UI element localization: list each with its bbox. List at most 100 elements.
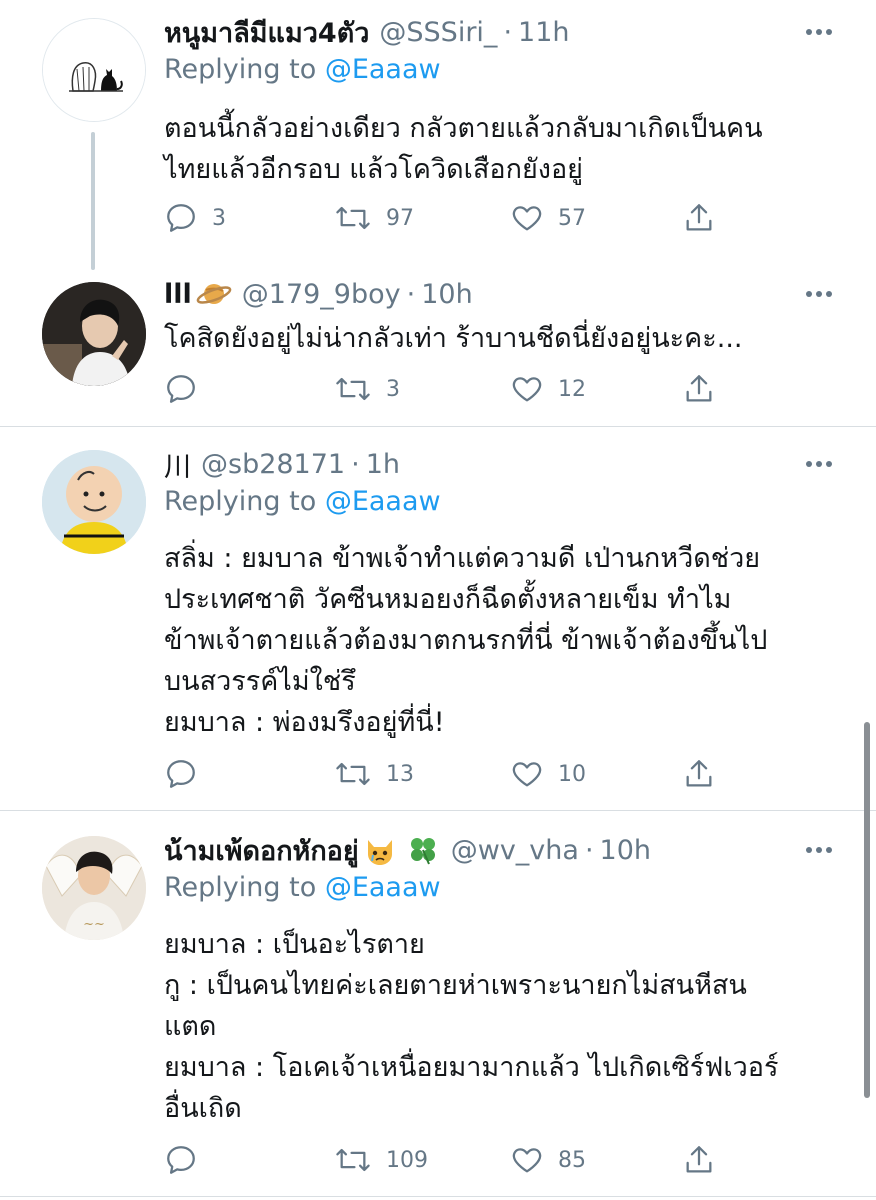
- tweet-text-line: ตอนนี้กลัวอย่างเดียว กลัวตายแล้วกลับมาเก…: [164, 113, 763, 144]
- share-button[interactable]: [682, 1140, 716, 1180]
- reply-count: 3: [212, 205, 226, 231]
- tweet-text-line: ยมบาล : เป็นอะไรตาย: [164, 929, 425, 960]
- tweet-text-line: แตด: [164, 1011, 217, 1042]
- retweet-button[interactable]: 109: [334, 1140, 428, 1180]
- tweet-text-line: บนสวรรค์ไม่ใช่รึ: [164, 666, 356, 697]
- tweet-text: ยมบาล : เป็นอะไรตาย กู : เป็นคนไทยค่ะเลย…: [164, 924, 836, 1129]
- more-options-button[interactable]: [802, 15, 836, 49]
- retweet-count: 109: [386, 1147, 428, 1173]
- tweet-text: สลิ่ม : ยมบาล ข้าพเจ้าทำแต่ความดี เป่านก…: [164, 538, 836, 743]
- replying-to-label: Replying to: [164, 486, 317, 517]
- reply-icon: [167, 204, 195, 232]
- retweet-button[interactable]: 3: [334, 369, 400, 409]
- replying-to-mention[interactable]: @Eaaaw: [325, 486, 441, 517]
- more-options-button[interactable]: [802, 447, 836, 481]
- replying-to: Replying to @Eaaaw: [164, 486, 441, 517]
- ringed-planet-icon: [196, 284, 232, 304]
- reply-icon: [167, 375, 195, 403]
- crying-cat-icon: [367, 840, 392, 865]
- like-count: 57: [558, 205, 586, 231]
- scrollbar-thumb[interactable]: [864, 722, 870, 1098]
- tweet-header: หนูมาลีมีแมว4ตัว @SSSiri_ · 11h: [164, 12, 796, 52]
- retweet-button[interactable]: 97: [334, 198, 414, 238]
- more-icon: [806, 29, 832, 35]
- heart-icon: [512, 1148, 542, 1173]
- avatar[interactable]: [42, 450, 146, 554]
- timestamp[interactable]: 1h: [366, 449, 400, 480]
- tweet-text-line: อื่นเถิด: [164, 1093, 242, 1124]
- display-name[interactable]: น้ามเพ้ดอกหักอยู่: [164, 829, 359, 872]
- timestamp[interactable]: 10h: [600, 835, 651, 866]
- reply-button[interactable]: 3: [164, 198, 226, 238]
- tweet-text-line: ยมบาล : โอเคเจ้าเหนื่อยมามากแล้ว ไปเกิดเ…: [164, 1052, 779, 1083]
- more-options-button[interactable]: [802, 833, 836, 867]
- tweet-header: lll @179_9boy · 10h: [164, 274, 796, 314]
- user-handle[interactable]: @SSSiri_: [379, 17, 497, 48]
- tweet-header: 川 @sb28171 · 1h: [164, 444, 796, 484]
- like-button[interactable]: 10: [510, 754, 586, 794]
- like-button[interactable]: 85: [510, 1140, 586, 1180]
- retweet-icon: [336, 377, 370, 401]
- share-icon: [686, 1146, 712, 1173]
- share-button[interactable]: [682, 198, 716, 238]
- replying-to: Replying to @Eaaaw: [164, 54, 441, 85]
- tweet-actions: 109 85: [164, 1140, 724, 1180]
- reply-button[interactable]: [164, 369, 212, 409]
- avatar-cartoon: [42, 450, 146, 554]
- avatar[interactable]: ~~: [42, 836, 146, 940]
- tweet-text: ตอนนี้กลัวอย่างเดียว กลัวตายแล้วกลับมาเก…: [164, 108, 836, 190]
- tweet-text-line: สลิ่ม : ยมบาล ข้าพเจ้าทำแต่ความดี เป่านก…: [164, 543, 761, 574]
- tweet-actions: 3 12: [164, 369, 724, 409]
- reply-icon: [167, 1146, 195, 1174]
- four-leaf-clover-icon: [410, 838, 435, 865]
- tweet-text-line: ไทยแล้วอีกรอบ แล้วโควิดเสือกยังอยู่: [164, 154, 583, 185]
- like-count: 12: [558, 376, 586, 402]
- tweet-actions: 13 10: [164, 754, 724, 794]
- share-button[interactable]: [682, 369, 716, 409]
- display-name[interactable]: 川: [164, 445, 191, 484]
- avatar[interactable]: [42, 282, 146, 386]
- user-handle[interactable]: @sb28171: [201, 449, 345, 480]
- tweet-divider: [0, 426, 876, 427]
- replying-to-mention[interactable]: @Eaaaw: [325, 54, 441, 85]
- like-button[interactable]: 57: [510, 198, 586, 238]
- separator-dot: ·: [584, 834, 594, 866]
- reply-button[interactable]: [164, 754, 212, 794]
- share-button[interactable]: [682, 754, 716, 794]
- retweet-icon: [336, 1148, 370, 1172]
- separator-dot: ·: [406, 278, 416, 310]
- more-options-button[interactable]: [802, 277, 836, 311]
- avatar[interactable]: [42, 18, 146, 122]
- reply-icon: [167, 760, 195, 788]
- user-handle[interactable]: @wv_vha: [451, 835, 579, 866]
- share-icon: [686, 760, 712, 787]
- display-name[interactable]: lll: [164, 279, 192, 310]
- display-name[interactable]: หนูมาลีมีแมว4ตัว: [164, 11, 369, 54]
- retweet-count: 13: [386, 761, 414, 787]
- tweet-actions: 3 97 57: [164, 198, 724, 238]
- replying-to-label: Replying to: [164, 54, 317, 85]
- timestamp[interactable]: 11h: [518, 17, 569, 48]
- share-icon: [686, 204, 712, 231]
- retweet-icon: [336, 762, 370, 786]
- avatar-illustration: [43, 19, 145, 121]
- retweet-count: 97: [386, 205, 414, 231]
- replying-to-label: Replying to: [164, 872, 317, 903]
- tweet-header: น้ามเพ้ดอกหักอยู่ @wv_vha · 10h: [164, 830, 796, 870]
- timeline: หนูมาลีมีแมว4ตัว @SSSiri_ · 11h Replying…: [0, 0, 876, 1200]
- timestamp[interactable]: 10h: [421, 279, 472, 310]
- like-count: 85: [558, 1147, 586, 1173]
- tweet-text: โคสิดยังอยู่ไม่น่ากลัวเท่า ร้าบานชีดนี่ย…: [164, 318, 836, 359]
- tweet-text-line: กู : เป็นคนไทยค่ะเลยตายห่าเพราะนายกไม่สน…: [164, 970, 747, 1001]
- user-handle[interactable]: @179_9boy: [242, 279, 401, 310]
- more-icon: [806, 291, 832, 297]
- separator-dot: ·: [503, 16, 513, 48]
- heart-icon: [512, 377, 542, 402]
- like-button[interactable]: 12: [510, 369, 586, 409]
- reply-button[interactable]: [164, 1140, 212, 1180]
- replying-to-mention[interactable]: @Eaaaw: [325, 872, 441, 903]
- avatar-photo: ~~: [42, 836, 146, 940]
- more-icon: [806, 461, 832, 467]
- retweet-button[interactable]: 13: [334, 754, 414, 794]
- replying-to: Replying to @Eaaaw: [164, 872, 441, 903]
